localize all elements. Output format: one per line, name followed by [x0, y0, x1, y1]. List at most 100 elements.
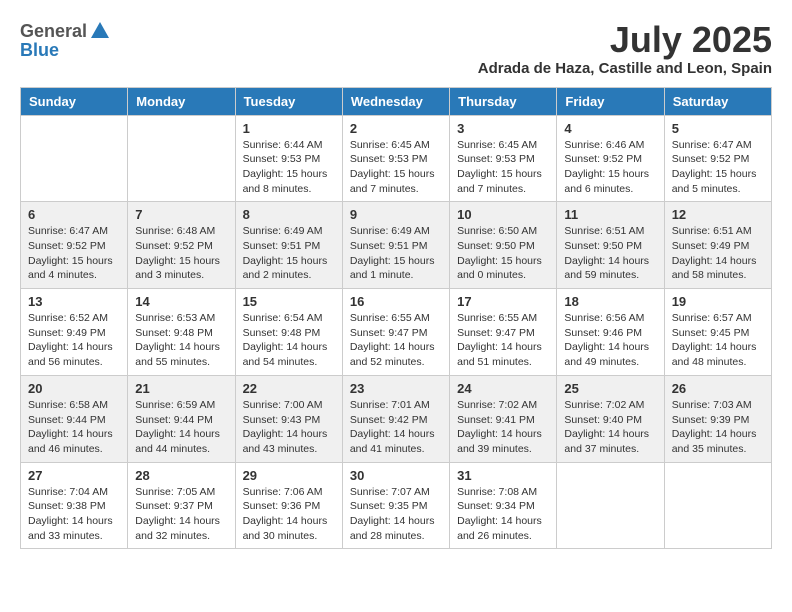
day-number: 11 [564, 207, 656, 222]
day-number: 20 [28, 381, 120, 396]
table-cell: 25 Sunrise: 7:02 AM Sunset: 9:40 PM Dayl… [557, 375, 664, 462]
daylight-text: Daylight: 14 hours and 39 minutes. [457, 427, 549, 456]
day-number: 25 [564, 381, 656, 396]
location-title: Adrada de Haza, Castille and Leon, Spain [478, 60, 772, 77]
sunrise-text: Sunrise: 6:48 AM [135, 224, 227, 239]
day-info: Sunrise: 6:45 AM Sunset: 9:53 PM Dayligh… [457, 138, 549, 197]
table-cell: 30 Sunrise: 7:07 AM Sunset: 9:35 PM Dayl… [342, 462, 449, 549]
daylight-text: Daylight: 14 hours and 35 minutes. [672, 427, 764, 456]
day-number: 26 [672, 381, 764, 396]
sunrise-text: Sunrise: 6:56 AM [564, 311, 656, 326]
table-cell: 22 Sunrise: 7:00 AM Sunset: 9:43 PM Dayl… [235, 375, 342, 462]
sunrise-text: Sunrise: 6:57 AM [672, 311, 764, 326]
day-number: 31 [457, 468, 549, 483]
daylight-text: Daylight: 15 hours and 6 minutes. [564, 167, 656, 196]
table-cell: 20 Sunrise: 6:58 AM Sunset: 9:44 PM Dayl… [21, 375, 128, 462]
table-cell: 11 Sunrise: 6:51 AM Sunset: 9:50 PM Dayl… [557, 202, 664, 289]
calendar-table: Sunday Monday Tuesday Wednesday Thursday… [20, 87, 772, 550]
table-cell: 14 Sunrise: 6:53 AM Sunset: 9:48 PM Dayl… [128, 289, 235, 376]
calendar-week-5: 27 Sunrise: 7:04 AM Sunset: 9:38 PM Dayl… [21, 462, 772, 549]
day-info: Sunrise: 7:00 AM Sunset: 9:43 PM Dayligh… [243, 398, 335, 457]
day-number: 15 [243, 294, 335, 309]
day-number: 28 [135, 468, 227, 483]
table-cell: 27 Sunrise: 7:04 AM Sunset: 9:38 PM Dayl… [21, 462, 128, 549]
daylight-text: Daylight: 14 hours and 30 minutes. [243, 514, 335, 543]
daylight-text: Daylight: 14 hours and 41 minutes. [350, 427, 442, 456]
daylight-text: Daylight: 15 hours and 2 minutes. [243, 254, 335, 283]
sunset-text: Sunset: 9:52 PM [672, 152, 764, 167]
day-number: 14 [135, 294, 227, 309]
day-number: 21 [135, 381, 227, 396]
title-area: July 2025 Adrada de Haza, Castille and L… [478, 20, 772, 77]
sunrise-text: Sunrise: 6:53 AM [135, 311, 227, 326]
sunset-text: Sunset: 9:44 PM [135, 413, 227, 428]
sunrise-text: Sunrise: 6:47 AM [672, 138, 764, 153]
sunrise-text: Sunrise: 6:52 AM [28, 311, 120, 326]
daylight-text: Daylight: 14 hours and 28 minutes. [350, 514, 442, 543]
sunset-text: Sunset: 9:39 PM [672, 413, 764, 428]
sunrise-text: Sunrise: 6:59 AM [135, 398, 227, 413]
table-cell [664, 462, 771, 549]
logo-general-text: General [20, 21, 87, 42]
table-cell: 1 Sunrise: 6:44 AM Sunset: 9:53 PM Dayli… [235, 115, 342, 202]
day-info: Sunrise: 6:49 AM Sunset: 9:51 PM Dayligh… [243, 224, 335, 283]
sunset-text: Sunset: 9:45 PM [672, 326, 764, 341]
sunset-text: Sunset: 9:44 PM [28, 413, 120, 428]
day-number: 12 [672, 207, 764, 222]
table-cell: 2 Sunrise: 6:45 AM Sunset: 9:53 PM Dayli… [342, 115, 449, 202]
day-info: Sunrise: 7:08 AM Sunset: 9:34 PM Dayligh… [457, 485, 549, 544]
day-number: 4 [564, 121, 656, 136]
day-number: 6 [28, 207, 120, 222]
daylight-text: Daylight: 14 hours and 43 minutes. [243, 427, 335, 456]
logo-icon [89, 20, 111, 42]
sunset-text: Sunset: 9:52 PM [135, 239, 227, 254]
calendar-header-row: Sunday Monday Tuesday Wednesday Thursday… [21, 87, 772, 115]
day-number: 2 [350, 121, 442, 136]
daylight-text: Daylight: 15 hours and 8 minutes. [243, 167, 335, 196]
sunset-text: Sunset: 9:42 PM [350, 413, 442, 428]
sunrise-text: Sunrise: 6:47 AM [28, 224, 120, 239]
day-info: Sunrise: 6:48 AM Sunset: 9:52 PM Dayligh… [135, 224, 227, 283]
sunset-text: Sunset: 9:40 PM [564, 413, 656, 428]
sunset-text: Sunset: 9:49 PM [28, 326, 120, 341]
sunset-text: Sunset: 9:51 PM [350, 239, 442, 254]
day-info: Sunrise: 6:47 AM Sunset: 9:52 PM Dayligh… [672, 138, 764, 197]
day-info: Sunrise: 6:53 AM Sunset: 9:48 PM Dayligh… [135, 311, 227, 370]
day-number: 22 [243, 381, 335, 396]
header-sunday: Sunday [21, 87, 128, 115]
daylight-text: Daylight: 14 hours and 46 minutes. [28, 427, 120, 456]
day-info: Sunrise: 6:52 AM Sunset: 9:49 PM Dayligh… [28, 311, 120, 370]
table-cell: 31 Sunrise: 7:08 AM Sunset: 9:34 PM Dayl… [450, 462, 557, 549]
table-cell [21, 115, 128, 202]
table-cell: 7 Sunrise: 6:48 AM Sunset: 9:52 PM Dayli… [128, 202, 235, 289]
daylight-text: Daylight: 14 hours and 51 minutes. [457, 340, 549, 369]
sunrise-text: Sunrise: 6:46 AM [564, 138, 656, 153]
daylight-text: Daylight: 15 hours and 7 minutes. [457, 167, 549, 196]
day-number: 27 [28, 468, 120, 483]
daylight-text: Daylight: 14 hours and 54 minutes. [243, 340, 335, 369]
sunset-text: Sunset: 9:50 PM [564, 239, 656, 254]
daylight-text: Daylight: 14 hours and 26 minutes. [457, 514, 549, 543]
sunset-text: Sunset: 9:47 PM [457, 326, 549, 341]
day-info: Sunrise: 6:46 AM Sunset: 9:52 PM Dayligh… [564, 138, 656, 197]
sunrise-text: Sunrise: 7:02 AM [457, 398, 549, 413]
daylight-text: Daylight: 14 hours and 32 minutes. [135, 514, 227, 543]
sunset-text: Sunset: 9:35 PM [350, 499, 442, 514]
day-info: Sunrise: 6:56 AM Sunset: 9:46 PM Dayligh… [564, 311, 656, 370]
calendar-week-1: 1 Sunrise: 6:44 AM Sunset: 9:53 PM Dayli… [21, 115, 772, 202]
calendar-week-3: 13 Sunrise: 6:52 AM Sunset: 9:49 PM Dayl… [21, 289, 772, 376]
daylight-text: Daylight: 14 hours and 52 minutes. [350, 340, 442, 369]
sunrise-text: Sunrise: 7:06 AM [243, 485, 335, 500]
sunrise-text: Sunrise: 6:55 AM [350, 311, 442, 326]
logo: General Blue [20, 20, 111, 61]
table-cell: 3 Sunrise: 6:45 AM Sunset: 9:53 PM Dayli… [450, 115, 557, 202]
sunset-text: Sunset: 9:49 PM [672, 239, 764, 254]
table-cell: 10 Sunrise: 6:50 AM Sunset: 9:50 PM Dayl… [450, 202, 557, 289]
day-info: Sunrise: 6:55 AM Sunset: 9:47 PM Dayligh… [457, 311, 549, 370]
table-cell: 19 Sunrise: 6:57 AM Sunset: 9:45 PM Dayl… [664, 289, 771, 376]
daylight-text: Daylight: 15 hours and 1 minute. [350, 254, 442, 283]
table-cell: 4 Sunrise: 6:46 AM Sunset: 9:52 PM Dayli… [557, 115, 664, 202]
day-number: 3 [457, 121, 549, 136]
day-info: Sunrise: 6:54 AM Sunset: 9:48 PM Dayligh… [243, 311, 335, 370]
header-saturday: Saturday [664, 87, 771, 115]
